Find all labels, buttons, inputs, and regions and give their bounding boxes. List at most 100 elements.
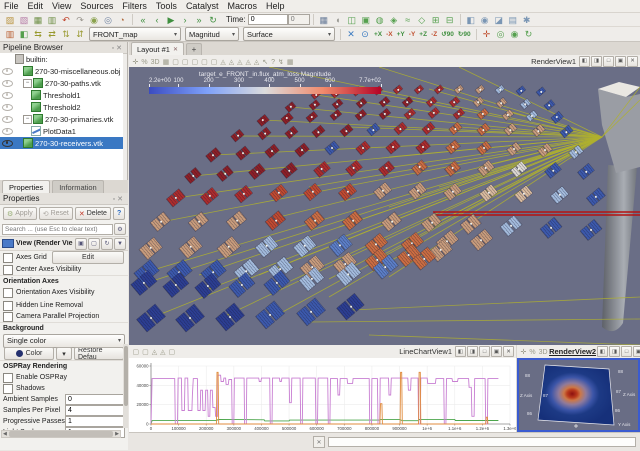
chart-tool-4-icon[interactable]: ▢ (169, 349, 176, 356)
group-datasets-icon[interactable]: ⊞ (430, 14, 442, 26)
properties-header-buttons[interactable]: ▫✕ (113, 195, 125, 203)
camera-z-button[interactable]: -Z (430, 28, 438, 40)
show-center-axes-icon[interactable]: ✛ (481, 28, 493, 40)
properties-horizontal-scrollbar[interactable]: ◀▶ (1, 430, 121, 438)
adjust-camera-icon[interactable]: ◪ (493, 14, 505, 26)
frame-spinner[interactable]: 0 (288, 14, 310, 25)
rv1-split-vertical-button[interactable]: ◨ (591, 56, 602, 67)
colormap-combo[interactable]: FRONT_map▾ (89, 27, 181, 41)
view-tool-1-icon[interactable]: % (141, 59, 147, 66)
view-tool-13-icon[interactable]: ◬ (254, 59, 259, 66)
next-frame-icon[interactable]: › (179, 14, 191, 26)
view-tool-14-icon[interactable]: ↖ (262, 59, 268, 66)
array-combo[interactable]: Magnitud▾ (185, 27, 239, 41)
view-tool-2-icon[interactable]: 3D (151, 59, 160, 66)
undo-icon[interactable]: ↶ (60, 14, 72, 26)
reload-view-icon[interactable]: ↻ (101, 238, 113, 250)
reset-center-icon[interactable]: ◉ (509, 28, 521, 40)
split-view-icon[interactable]: ◧ (465, 14, 477, 26)
view-tool-12-icon[interactable]: ◬ (245, 59, 250, 66)
chart-maximize-button[interactable]: □ (479, 346, 490, 357)
search-input[interactable] (2, 224, 113, 235)
camera-z-button[interactable]: +Z (418, 28, 428, 40)
rescale-data-range-icon[interactable]: ⇆ (32, 28, 44, 40)
pick-center-icon[interactable]: ◎ (495, 28, 507, 40)
last-frame-icon[interactable]: » (193, 14, 205, 26)
visibility-eye-icon[interactable] (2, 80, 13, 87)
visibility-eye-icon[interactable] (2, 104, 13, 111)
rv2-tool-0-icon[interactable]: ✛ (521, 349, 527, 356)
rv2-tool-2-icon[interactable]: 3D (539, 349, 548, 356)
view-tool-11-icon[interactable]: ◬ (237, 59, 242, 66)
auto-apply-icon[interactable]: ◉ (88, 14, 100, 26)
rv1-split-horizontal-button[interactable]: ◧ (579, 56, 590, 67)
pipeline-item-270-30-primaries-vtk[interactable]: −270-30-primaries.vtk (0, 113, 123, 125)
visibility-eye-icon[interactable] (2, 128, 13, 135)
edit-color-legend-icon[interactable]: ▥ (46, 14, 58, 26)
preview-mode-icon[interactable]: ▤ (507, 14, 519, 26)
edit-color-map-icon[interactable]: ▦ (32, 14, 44, 26)
chart-tool-0-icon[interactable]: ▢ (133, 349, 140, 356)
pipeline-header-buttons[interactable]: ▫✕ (112, 44, 124, 52)
visibility-eye-icon[interactable] (2, 140, 13, 147)
pipeline-item-270-30-paths-vtk[interactable]: −270-30-paths.vtk (0, 77, 123, 89)
color-palette-icon[interactable]: ◔ (116, 14, 128, 26)
checkbox-hidden-line-removal[interactable] (3, 301, 13, 311)
pipeline-item-270-30-miscellaneous-obj[interactable]: 270-30-miscellaneous.obj (0, 65, 123, 77)
open-icon[interactable]: ▨ (4, 14, 16, 26)
apply-button[interactable]: ⚙ Apply (3, 207, 37, 220)
play-icon[interactable]: ▶ (165, 14, 177, 26)
line-chart-plot[interactable]: 0100000200000300000400000500000600000700… (129, 358, 516, 432)
chart-tool-3-icon[interactable]: ◬ (160, 349, 165, 356)
chart-popout-button[interactable]: ▣ (491, 346, 502, 357)
time-input[interactable] (248, 14, 288, 25)
view-tool-9-icon[interactable]: ◬ (220, 59, 225, 66)
pipeline-item-threshold2[interactable]: Threshold2 (0, 101, 123, 113)
expander-icon[interactable]: − (23, 115, 32, 124)
tab-information[interactable]: Information (52, 180, 104, 193)
view-tool-10-icon[interactable]: ◬ (229, 59, 234, 66)
field-input-progressive-passes[interactable] (65, 416, 125, 427)
rv1-close-button[interactable]: ✕ (627, 56, 638, 67)
view-tool-16-icon[interactable]: ↯ (278, 59, 284, 66)
menu-view[interactable]: View (52, 1, 71, 11)
cancel-progress-button[interactable]: ✕ (313, 436, 325, 448)
render-view-2[interactable]: 888786Z Axis888786Z AxisY Axis (517, 358, 640, 432)
layout-tab-close-icon[interactable]: ✕ (173, 46, 178, 53)
rv2-split-horizontal-button[interactable]: ◧ (597, 346, 608, 357)
checkbox-enable-ospray[interactable] (3, 373, 13, 383)
camera-90-button[interactable]: ↺90 (440, 28, 455, 40)
representation-combo[interactable]: Surface▾ (243, 27, 335, 41)
save-view-icon[interactable]: ▼ (114, 238, 126, 250)
set-solid-color-icon[interactable]: ▥ (4, 28, 16, 40)
find-data-icon[interactable]: ◎ (102, 14, 114, 26)
view-tool-4-icon[interactable]: ▢ (172, 59, 179, 66)
pipeline-item-plotdata1[interactable]: PlotData1 (0, 125, 123, 137)
contour-icon[interactable]: ◍ (374, 14, 386, 26)
chart-tool-2-icon[interactable]: ◬ (152, 349, 157, 356)
chart-close-button[interactable]: ✕ (503, 346, 514, 357)
rv1-popout-button[interactable]: ▣ (615, 56, 626, 67)
stream-tracer-icon[interactable]: ≈ (402, 14, 414, 26)
calculator-icon[interactable]: ▦ (318, 14, 330, 26)
toggle-widgets-icon[interactable]: ✱ (521, 14, 533, 26)
edit-color-map-2-icon[interactable]: ◧ (18, 28, 30, 40)
restore-default-button[interactable]: Restore Defau (74, 347, 124, 360)
checkbox-axes-grid[interactable] (3, 253, 13, 263)
rv2-split-vertical-button[interactable]: ◨ (609, 346, 620, 357)
clip-icon[interactable]: ◖ (332, 14, 344, 26)
chart-tool-1-icon[interactable]: ▢ (142, 349, 149, 356)
view-tool-3-icon[interactable]: ▦ (163, 59, 170, 66)
copy-view-icon[interactable]: ▣ (75, 238, 87, 250)
color-button[interactable]: Color (4, 347, 54, 360)
save-icon[interactable]: ▧ (18, 14, 30, 26)
rv2-popout-button[interactable]: ▣ (633, 346, 640, 357)
view-tool-8-icon[interactable]: ▢ (211, 59, 218, 66)
previous-frame-icon[interactable]: ‹ (151, 14, 163, 26)
chart-split-horizontal-button[interactable]: ◧ (455, 346, 466, 357)
pipeline-item-threshold1[interactable]: Threshold1 (0, 89, 123, 101)
camera-y-button[interactable]: +Y (396, 28, 406, 40)
rv2-tool-1-icon[interactable]: % (529, 349, 535, 356)
menu-macros[interactable]: Macros (227, 1, 257, 11)
view-tool-15-icon[interactable]: ? (271, 59, 275, 66)
